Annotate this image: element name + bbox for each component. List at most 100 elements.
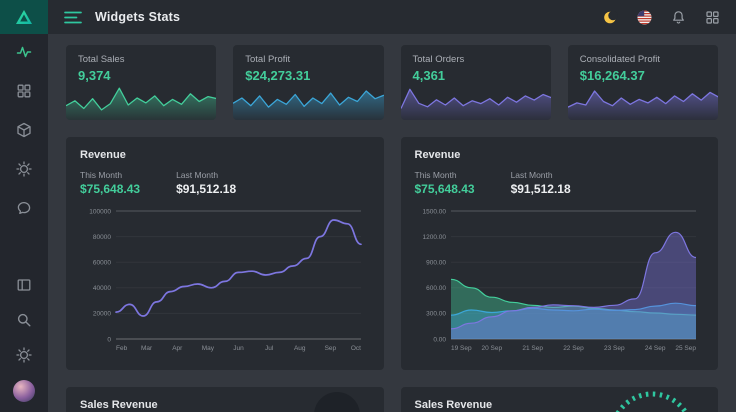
notifications-button[interactable]	[671, 10, 686, 25]
svg-text:0.00: 0.00	[433, 336, 446, 343]
sidebar-item-settings[interactable]	[14, 159, 34, 179]
stat-card-total-orders: Total Orders 4,361	[401, 45, 551, 120]
svg-text:80000: 80000	[93, 234, 111, 241]
sidebar-item-products[interactable]	[14, 120, 34, 140]
triangle-logo-icon	[14, 8, 34, 26]
top-header: Widgets Stats	[48, 0, 736, 34]
svg-text:20000: 20000	[93, 311, 111, 318]
sparkline-chart	[233, 82, 383, 120]
chart-stats: This Month $75,648.43 Last Month $91,512…	[415, 170, 705, 196]
last-month-label: Last Month	[176, 170, 236, 180]
grid-icon	[705, 10, 720, 25]
stat-card-label: Consolidated Profit	[580, 54, 706, 65]
svg-text:0: 0	[107, 336, 111, 343]
menu-toggle-button[interactable]	[64, 11, 82, 24]
svg-text:21 Sep: 21 Sep	[522, 345, 543, 352]
this-month-label: This Month	[80, 170, 140, 180]
bottom-row: Sales Revenue $9,641.26 Sales Revenue $9…	[66, 387, 718, 412]
chart-title: Revenue	[415, 149, 705, 161]
sidebar	[0, 0, 48, 412]
sidebar-nav-bottom	[13, 267, 35, 412]
us-flag-icon	[637, 10, 652, 25]
svg-text:25 Sep: 25 Sep	[675, 345, 696, 352]
charts-row: Revenue This Month $75,648.43 Last Month…	[66, 137, 718, 370]
header-actions	[603, 10, 720, 25]
svg-text:19 Sep: 19 Sep	[451, 345, 472, 352]
stat-card-total-profit: Total Profit $24,273.31	[233, 45, 383, 120]
last-month-label: Last Month	[511, 170, 571, 180]
sparkline-chart	[66, 82, 216, 120]
main-content: Total Sales 9,374 Total Profit $24,273.3…	[48, 34, 736, 412]
revenue-card-right: Revenue This Month $75,648.43 Last Month…	[401, 137, 719, 370]
sidebar-item-layout[interactable]	[14, 275, 34, 295]
sparkline-chart	[401, 82, 551, 120]
svg-text:1500.00: 1500.00	[422, 208, 446, 215]
svg-text:Oct: Oct	[351, 345, 361, 352]
apps-menu-button[interactable]	[705, 10, 720, 25]
sidebar-item-messages[interactable]	[14, 198, 34, 218]
stats-row: Total Sales 9,374 Total Profit $24,273.3…	[66, 45, 718, 120]
svg-text:900.00: 900.00	[426, 260, 446, 267]
svg-text:Feb: Feb	[116, 345, 128, 352]
stat-card-value: 4,361	[413, 68, 539, 83]
svg-text:23 Sep: 23 Sep	[604, 345, 625, 352]
this-month-value: $75,648.43	[80, 182, 140, 196]
svg-text:300.00: 300.00	[426, 311, 446, 318]
this-month-value: $75,648.43	[415, 182, 475, 196]
stat-card-total-sales: Total Sales 9,374	[66, 45, 216, 120]
svg-text:24 Sep: 24 Sep	[644, 345, 665, 352]
last-month-stat: Last Month $91,512.18	[511, 170, 571, 196]
sidebar-item-analytics[interactable]	[14, 42, 34, 62]
layout-icon	[16, 277, 32, 293]
svg-text:Mar: Mar	[141, 345, 153, 352]
svg-text:May: May	[202, 345, 215, 352]
theme-toggle-button[interactable]	[603, 10, 618, 25]
sidebar-item-preferences[interactable]	[14, 345, 34, 365]
stat-card-consolidated-profit: Consolidated Profit $16,264.37	[568, 45, 718, 120]
sidebar-item-search[interactable]	[14, 310, 34, 330]
revenue-line-chart: 020000400006000080000100000FebMarAprMayJ…	[80, 203, 369, 353]
svg-text:Apr: Apr	[172, 345, 183, 352]
stat-card-label: Total Orders	[413, 54, 539, 65]
svg-text:1200.00: 1200.00	[422, 234, 446, 241]
sales-revenue-card-right: Sales Revenue $9,641.26	[401, 387, 719, 412]
sidebar-item-widgets[interactable]	[14, 81, 34, 101]
page-title: Widgets Stats	[95, 10, 180, 24]
chat-icon	[16, 200, 32, 216]
gear-icon	[16, 161, 32, 177]
sales-revenue-card-left: Sales Revenue $9,641.26	[66, 387, 384, 412]
this-month-stat: This Month $75,648.43	[80, 170, 140, 196]
search-icon	[16, 312, 32, 328]
svg-text:Jun: Jun	[233, 345, 244, 352]
stat-card-label: Total Profit	[245, 54, 371, 65]
hamburger-icon	[64, 11, 82, 24]
donut-chart	[314, 392, 360, 412]
svg-text:22 Sep: 22 Sep	[563, 345, 584, 352]
app-logo[interactable]	[0, 0, 48, 34]
grid-icon	[16, 83, 32, 99]
gauge-chart	[604, 390, 700, 412]
language-selector-button[interactable]	[637, 10, 652, 25]
this-month-label: This Month	[415, 170, 475, 180]
svg-text:Jul: Jul	[265, 345, 274, 352]
stat-card-label: Total Sales	[78, 54, 204, 65]
last-month-value: $91,512.18	[176, 182, 236, 196]
gear-icon	[16, 347, 32, 363]
stat-card-value: $24,273.31	[245, 68, 371, 83]
sidebar-nav-top	[14, 34, 34, 218]
svg-text:100000: 100000	[89, 208, 111, 215]
stat-card-value: $16,264.37	[580, 68, 706, 83]
user-avatar[interactable]	[13, 380, 35, 402]
svg-text:600.00: 600.00	[426, 285, 446, 292]
activity-icon	[16, 44, 32, 60]
svg-text:20 Sep: 20 Sep	[481, 345, 502, 352]
moon-icon	[603, 10, 618, 25]
svg-text:Sep: Sep	[325, 345, 337, 352]
last-month-value: $91,512.18	[511, 182, 571, 196]
chart-stats: This Month $75,648.43 Last Month $91,512…	[80, 170, 370, 196]
revenue-area-chart: 0.00 300.00 600.00 900.00 1200.00 1500.00 19 S…	[415, 203, 704, 353]
sparkline-chart	[568, 82, 718, 120]
bell-icon	[671, 10, 686, 25]
package-icon	[16, 122, 32, 138]
stat-card-value: 9,374	[78, 68, 204, 83]
